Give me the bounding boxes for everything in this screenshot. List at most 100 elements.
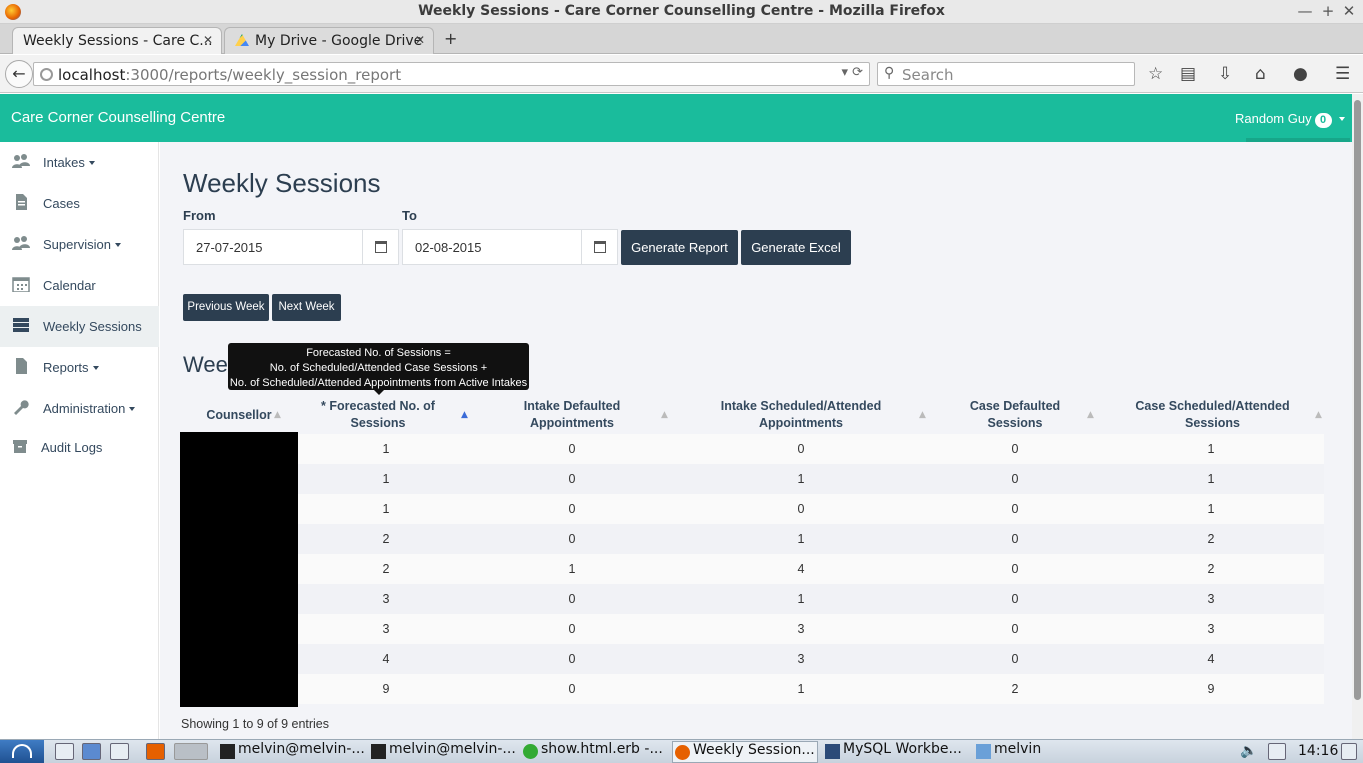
volume-icon[interactable]: 🔈 [1240,743,1259,760]
taskbar-item-firefox[interactable]: Weekly Session... [672,741,818,763]
to-calendar-button[interactable] [582,229,618,265]
table-cell: 1 [797,532,805,546]
sort-icon[interactable]: ▲ [1315,410,1322,420]
generate-excel-button[interactable]: Generate Excel [741,230,851,265]
new-tab-button[interactable]: + [444,29,457,48]
table-cell: 0 [1011,442,1019,456]
table-cell: 0 [568,652,576,666]
reading-list-icon[interactable]: ▤ [1180,64,1196,84]
firefox-launch-icon[interactable] [146,743,165,760]
close-window-button[interactable]: ✕ [1341,2,1357,20]
sort-icon[interactable]: ▲ [1087,410,1094,420]
tab-bar: Weekly Sessions - Care C... ✕ My Drive -… [0,24,1363,54]
home-icon[interactable]: ⌂ [1255,64,1266,84]
sort-icon[interactable]: ▲ [919,410,926,420]
sidebar-item-calendar[interactable]: Calendar [0,265,159,306]
downloads-icon[interactable]: ⇩ [1218,64,1232,84]
bookmark-star-icon[interactable]: ☆ [1148,64,1163,84]
search-input[interactable]: ⚲ Search [877,62,1135,86]
table-cell: 1 [382,472,390,486]
notification-badge: 0 [1314,113,1332,128]
table-cell: 1 [797,472,805,486]
maximize-button[interactable]: + [1320,2,1336,20]
taskbar-item-editor[interactable]: show.html.erb -... [521,741,667,763]
tab-weekly-sessions[interactable]: Weekly Sessions - Care C... ✕ [12,27,222,54]
user-menu[interactable]: Random Guy 0 [1235,111,1345,128]
forecast-tooltip: Forecasted No. of Sessions = No. of Sche… [228,343,529,390]
google-drive-icon [235,34,249,46]
back-button[interactable]: ← [5,60,33,88]
table-cell: 1 [382,502,390,516]
previous-week-button[interactable]: Previous Week [183,294,269,321]
taskbar-item-folder[interactable]: melvin [974,741,1094,763]
table-cell: 0 [568,592,576,606]
terminal-icon [371,744,386,759]
scrollbar-thumb[interactable] [1354,100,1361,700]
sidebar-item-administration[interactable]: Administration [0,388,159,429]
start-menu-button[interactable] [0,740,44,763]
sort-icon[interactable]: ▲︎ [274,410,281,420]
taskbar-item-terminal-2[interactable]: melvin@melvin-... [369,741,515,763]
table-cell: 1 [568,562,576,576]
app-brand[interactable]: Care Corner Counselling Centre [11,109,225,126]
minimize-button[interactable]: — [1297,2,1313,20]
table-row: 2 1 4 0 2 [298,554,1324,584]
chat-icon[interactable]: ● [1293,64,1308,84]
sidebar-item-label: Administration [43,401,136,416]
column-header-forecasted[interactable]: * Forecasted No. of Sessions [298,398,458,432]
tab-close-icon[interactable]: ✕ [203,33,213,47]
page-scrollbar[interactable] [1352,94,1363,739]
sidebar-item-audit-logs[interactable]: Audit Logs [0,427,159,468]
table-cell: 9 [382,682,390,696]
table-row: 1 0 0 0 1 [298,434,1324,464]
table-cell: 1 [382,442,390,456]
reload-icon[interactable]: ▾ ⟳ [841,65,863,80]
network-icon[interactable] [1268,743,1286,760]
generate-report-button[interactable]: Generate Report [621,230,738,265]
app-header: Care Corner Counselling Centre Random Gu… [0,94,1352,142]
url-bar[interactable]: localhost:3000/reports/weekly_session_re… [33,62,870,86]
sidebar-item-reports[interactable]: Reports [0,347,159,388]
table-cell: 2 [382,532,390,546]
from-label: From [183,208,216,223]
next-week-button[interactable]: Next Week [272,294,341,321]
show-desktop-icon[interactable] [1341,743,1357,760]
desktop-pager[interactable] [174,743,208,760]
url-host: localhost [58,66,126,84]
globe-icon [40,68,53,81]
sidebar-item-label: Supervision [43,237,121,252]
table-row: 1 0 0 0 1 [298,494,1324,524]
sort-ascending-icon[interactable]: ▲ [461,410,468,420]
tab-my-drive[interactable]: My Drive - Google Drive ✕ [224,27,434,54]
table-row: 4 0 3 0 4 [298,644,1324,674]
sidebar-item-weekly-sessions[interactable]: Weekly Sessions [0,306,159,347]
column-header-intake-defaulted[interactable]: Intake Defaulted Appointments [482,398,662,432]
table-cell: 0 [568,682,576,696]
menu-icon[interactable]: ☰ [1335,64,1350,84]
table-cell: 2 [382,562,390,576]
taskbar-item-mysql[interactable]: MySQL Workbe... [823,741,969,763]
terminal-launch-icon[interactable] [110,743,129,760]
sidebar-item-supervision[interactable]: Supervision [0,224,159,265]
taskbar-item-terminal-1[interactable]: melvin@melvin-... [218,741,364,763]
sidebar-item-cases[interactable]: Cases [0,183,159,224]
terminal-icon [220,744,235,759]
file-icon [16,194,27,210]
table-cell: 1 [797,682,805,696]
column-header-intake-scheduled[interactable]: Intake Scheduled/Attended Appointments [686,398,916,432]
sort-icon[interactable]: ▲ [661,410,668,420]
column-header-case-scheduled[interactable]: Case Scheduled/Attended Sessions [1110,398,1315,432]
table-cell: 4 [797,562,805,576]
column-header-case-defaulted[interactable]: Case Defaulted Sessions [940,398,1090,432]
sidebar-item-intakes[interactable]: Intakes [0,142,159,183]
table-cell: 0 [568,622,576,636]
file-manager-icon[interactable] [55,743,74,760]
tab-close-icon[interactable]: ✕ [415,33,425,47]
chevron-down-icon [88,161,95,165]
from-calendar-button[interactable] [363,229,399,265]
from-date-input[interactable]: 27-07-2015 [183,229,363,265]
to-date-input[interactable]: 02-08-2015 [402,229,582,265]
users-icon [12,236,30,250]
app-launcher-icon[interactable] [82,743,101,760]
table-cell: 3 [382,622,390,636]
